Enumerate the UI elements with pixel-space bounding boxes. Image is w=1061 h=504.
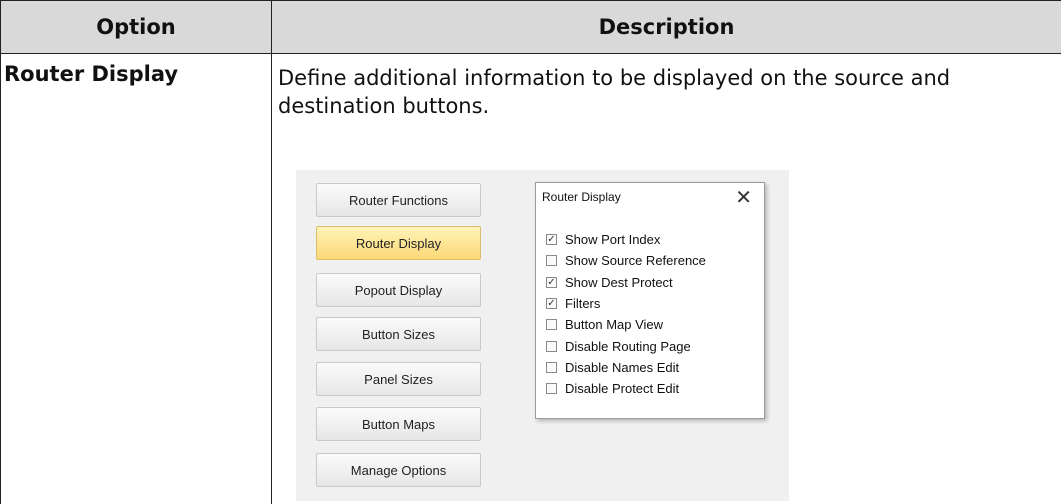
checkbox-icon[interactable]: [546, 319, 557, 331]
panel-sizes-button[interactable]: Panel Sizes: [316, 362, 481, 396]
close-icon[interactable]: ✕: [735, 185, 752, 210]
option-show-source-reference[interactable]: Show Source Reference: [546, 250, 706, 271]
checkbox-icon[interactable]: [546, 383, 557, 395]
router-display-button[interactable]: Router Display: [316, 226, 481, 260]
router-display-popup: Router Display ✕ ✓ Show Port Index Show S…: [535, 182, 765, 419]
checkbox-icon[interactable]: [546, 361, 557, 373]
button-maps-button[interactable]: Button Maps: [316, 407, 481, 441]
option-description: Define additional information to be disp…: [278, 66, 951, 118]
checkbox-icon[interactable]: [546, 255, 557, 267]
option-disable-names-edit[interactable]: Disable Names Edit: [546, 357, 706, 378]
option-disable-routing-page[interactable]: Disable Routing Page: [546, 335, 706, 356]
option-disable-protect-edit[interactable]: Disable Protect Edit: [546, 378, 706, 399]
checkbox-icon[interactable]: [546, 340, 557, 352]
option-name: Router Display: [4, 62, 179, 86]
option-button-map-view[interactable]: Button Map View: [546, 314, 706, 335]
embedded-screenshot: Router Functions Router Display Popout D…: [296, 170, 789, 501]
option-show-dest-protect[interactable]: ✓ Show Dest Protect: [546, 272, 706, 293]
options-list: ✓ Show Port Index Show Source Reference ✓…: [546, 229, 706, 399]
button-sizes-button[interactable]: Button Sizes: [316, 317, 481, 351]
checkbox-icon[interactable]: ✓: [546, 234, 557, 246]
popup-title: Router Display: [542, 190, 621, 204]
option-filters[interactable]: ✓ Filters: [546, 293, 706, 314]
checkbox-icon[interactable]: ✓: [546, 276, 557, 288]
popout-display-button[interactable]: Popout Display: [316, 273, 481, 307]
option-show-port-index[interactable]: ✓ Show Port Index: [546, 229, 706, 250]
header-option: Option: [0, 0, 272, 54]
router-functions-button[interactable]: Router Functions: [316, 183, 481, 217]
header-description: Description: [271, 0, 1061, 54]
manage-options-button[interactable]: Manage Options: [316, 453, 481, 487]
checkbox-icon[interactable]: ✓: [546, 298, 557, 310]
